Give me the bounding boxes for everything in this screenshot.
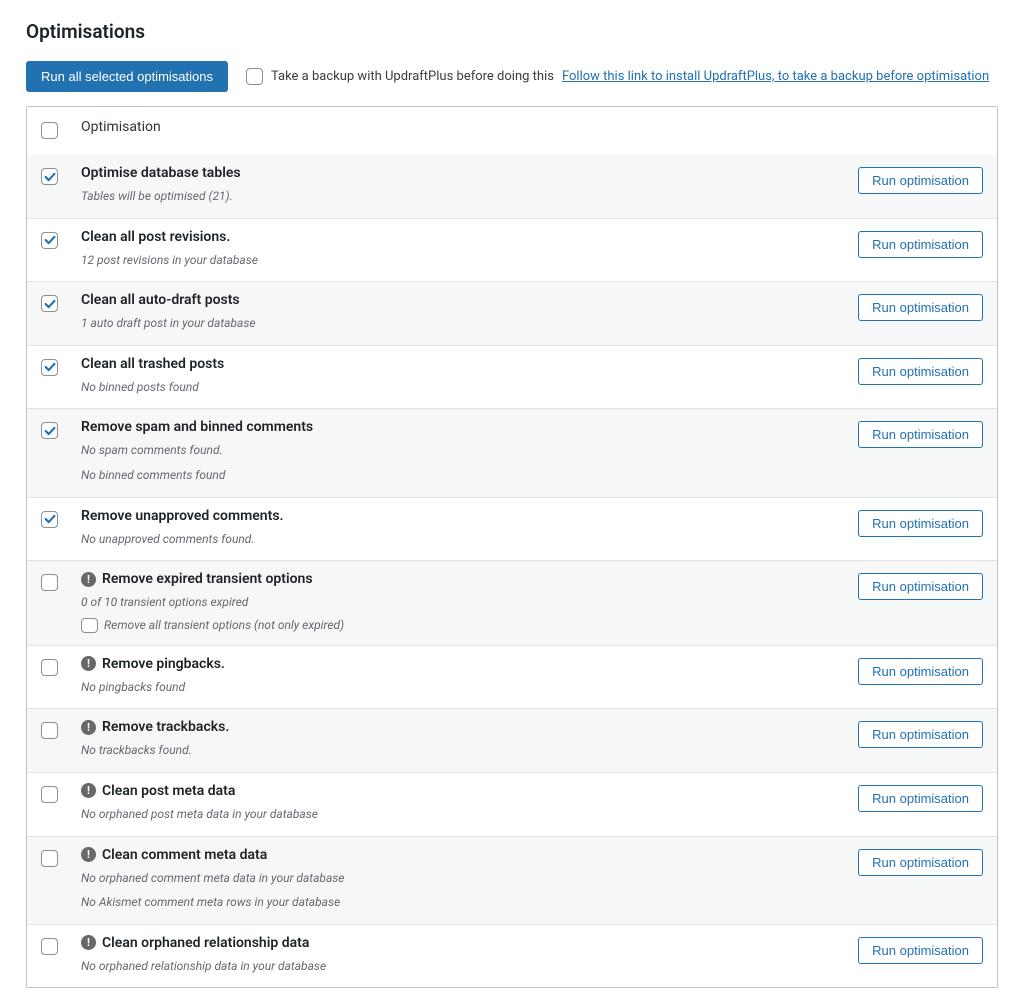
table-row: ! Remove pingbacks. No pingbacks found Run … xyxy=(27,645,997,709)
warning-icon: ! xyxy=(81,935,96,950)
optimisation-title: Optimise database tables xyxy=(81,165,848,181)
optimisation-description: No orphaned relationship data in your da… xyxy=(81,957,848,976)
run-optimisation-button[interactable]: Run optimisation xyxy=(858,421,983,448)
table-row: Clean all auto-draft posts 1 auto draft p… xyxy=(27,281,997,345)
row-checkbox[interactable] xyxy=(41,359,58,376)
row-checkbox[interactable] xyxy=(41,295,58,312)
warning-icon: ! xyxy=(81,656,96,671)
optimisation-description: No binned posts found xyxy=(81,378,848,397)
optimisation-title-text: Optimise database tables xyxy=(81,165,241,181)
run-optimisation-button[interactable]: Run optimisation xyxy=(858,937,983,964)
optimisation-description: Tables will be optimised (21). xyxy=(81,187,848,206)
table-row: ! Clean comment meta data No orphaned comm… xyxy=(27,836,997,924)
run-optimisation-button[interactable]: Run optimisation xyxy=(858,231,983,258)
row-checkbox[interactable] xyxy=(41,659,58,676)
optimisation-title-text: Clean all post revisions. xyxy=(81,229,230,245)
table-row: ! Remove trackbacks. No trackbacks found. R… xyxy=(27,708,997,772)
run-all-button[interactable]: Run all selected optimisations xyxy=(26,61,228,92)
warning-icon: ! xyxy=(81,572,96,587)
optimisation-description: 12 post revisions in your database xyxy=(81,251,848,270)
optimisation-title: Clean all post revisions. xyxy=(81,229,848,245)
optimisation-description: No orphaned comment meta data in your da… xyxy=(81,869,848,888)
optimisation-title: Remove spam and binned comments xyxy=(81,419,848,435)
optimisations-panel: Optimisation Optimise database tables Tab… xyxy=(26,106,998,988)
optimisation-title-text: Clean comment meta data xyxy=(102,847,267,863)
backup-option: Take a backup with UpdraftPlus before do… xyxy=(246,68,989,85)
sub-option-checkbox[interactable] xyxy=(81,618,98,633)
optimisation-description: 0 of 10 transient options expired xyxy=(81,593,848,612)
table-header: Optimisation xyxy=(27,107,997,155)
optimisation-description: No spam comments found. xyxy=(81,441,848,460)
sub-option-label: Remove all transient options (not only e… xyxy=(104,618,344,632)
table-row: Clean all post revisions. 12 post revisio… xyxy=(27,218,997,282)
backup-label: Take a backup with UpdraftPlus before do… xyxy=(271,69,554,84)
optimisation-title-text: Remove expired transient options xyxy=(102,571,313,587)
optimisation-title: Clean all trashed posts xyxy=(81,356,848,372)
optimisation-description: No unapproved comments found. xyxy=(81,530,848,549)
row-checkbox[interactable] xyxy=(41,574,58,591)
optimisation-title: ! Clean comment meta data xyxy=(81,847,848,863)
optimisation-title: ! Remove expired transient options xyxy=(81,571,848,587)
run-optimisation-button[interactable]: Run optimisation xyxy=(858,358,983,385)
run-optimisation-button[interactable]: Run optimisation xyxy=(858,658,983,685)
install-updraftplus-link[interactable]: Follow this link to install UpdraftPlus,… xyxy=(562,69,989,84)
top-bar: Run all selected optimisations Take a ba… xyxy=(26,61,998,92)
optimisation-title-text: Remove trackbacks. xyxy=(102,719,229,735)
row-checkbox[interactable] xyxy=(41,786,58,803)
optimisation-title-text: Clean orphaned relationship data xyxy=(102,935,309,951)
optimisation-description: No trackbacks found. xyxy=(81,741,848,760)
warning-icon: ! xyxy=(81,847,96,862)
sub-option: Remove all transient options (not only e… xyxy=(81,618,848,633)
table-row: Optimise database tables Tables will be o… xyxy=(27,155,997,218)
row-checkbox[interactable] xyxy=(41,422,58,439)
row-checkbox[interactable] xyxy=(41,938,58,955)
optimisation-description: No Akismet comment meta rows in your dat… xyxy=(81,893,848,912)
optimisation-title-text: Remove spam and binned comments xyxy=(81,419,313,435)
table-row: Clean all trashed posts No binned posts f… xyxy=(27,345,997,409)
warning-icon: ! xyxy=(81,783,96,798)
select-all-checkbox[interactable] xyxy=(41,122,58,139)
optimisation-title-text: Remove unapproved comments. xyxy=(81,508,284,524)
table-row: Remove spam and binned comments No spam c… xyxy=(27,408,997,496)
row-checkbox[interactable] xyxy=(41,850,58,867)
optimisation-description: No pingbacks found xyxy=(81,678,848,697)
run-optimisation-button[interactable]: Run optimisation xyxy=(858,167,983,194)
run-optimisation-button[interactable]: Run optimisation xyxy=(858,573,983,600)
optimisation-description: No binned comments found xyxy=(81,466,848,485)
run-optimisation-button[interactable]: Run optimisation xyxy=(858,785,983,812)
optimisation-description: 1 auto draft post in your database xyxy=(81,314,848,333)
optimisation-description: No orphaned post meta data in your datab… xyxy=(81,805,848,824)
optimisation-title: Remove unapproved comments. xyxy=(81,508,848,524)
optimisation-title-text: Remove pingbacks. xyxy=(102,656,225,672)
optimisation-title: ! Clean post meta data xyxy=(81,783,848,799)
optimisation-title: ! Remove pingbacks. xyxy=(81,656,848,672)
page-title: Optimisations xyxy=(26,20,998,43)
optimisation-title-text: Clean all trashed posts xyxy=(81,356,224,372)
header-optimisation-label: Optimisation xyxy=(81,119,983,135)
table-row: Remove unapproved comments. No unapproved… xyxy=(27,497,997,561)
table-row: ! Clean post meta data No orphaned post me… xyxy=(27,772,997,836)
backup-checkbox[interactable] xyxy=(246,68,263,85)
run-optimisation-button[interactable]: Run optimisation xyxy=(858,510,983,537)
run-optimisation-button[interactable]: Run optimisation xyxy=(858,294,983,321)
optimisation-title: ! Clean orphaned relationship data xyxy=(81,935,848,951)
optimisation-title: Clean all auto-draft posts xyxy=(81,292,848,308)
optimisation-title-text: Clean all auto-draft posts xyxy=(81,292,240,308)
row-checkbox[interactable] xyxy=(41,722,58,739)
warning-icon: ! xyxy=(81,720,96,735)
row-checkbox[interactable] xyxy=(41,168,58,185)
table-row: ! Clean orphaned relationship data No orph… xyxy=(27,924,997,988)
table-row: ! Remove expired transient options 0 of 10… xyxy=(27,560,997,645)
run-optimisation-button[interactable]: Run optimisation xyxy=(858,849,983,876)
optimisation-title: ! Remove trackbacks. xyxy=(81,719,848,735)
row-checkbox[interactable] xyxy=(41,232,58,249)
row-checkbox[interactable] xyxy=(41,511,58,528)
optimisation-title-text: Clean post meta data xyxy=(102,783,235,799)
run-optimisation-button[interactable]: Run optimisation xyxy=(858,721,983,748)
